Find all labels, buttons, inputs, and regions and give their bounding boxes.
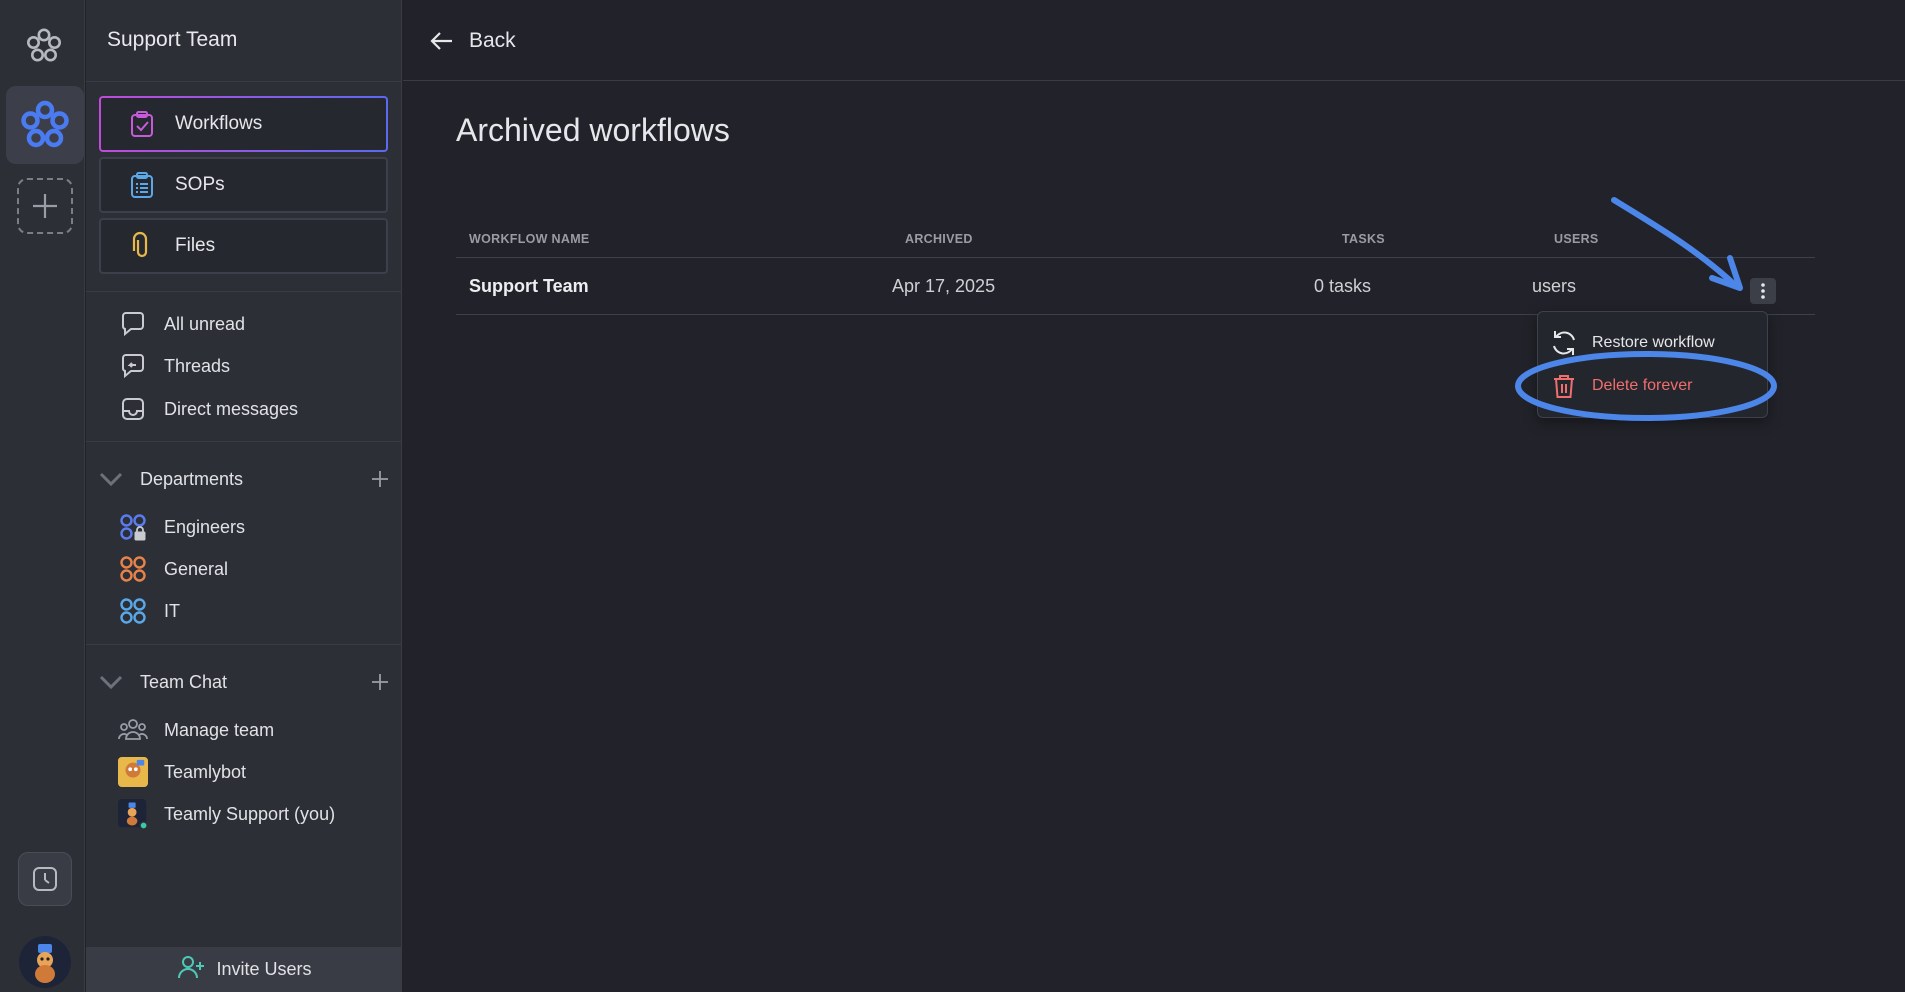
archived-date-cell: Apr 17, 2025 <box>892 276 996 296</box>
restore-workflow-menu-item[interactable]: Restore workflow <box>1548 326 1715 360</box>
nav-label: Workflows <box>175 113 263 134</box>
row-context-menu: Restore workflow Delete forever <box>1537 311 1768 418</box>
chevron-down-icon <box>96 464 126 494</box>
page-title: Archived workflows <box>456 112 730 148</box>
channel-label: IT <box>164 600 180 621</box>
table-header: WORKFLOW NAME ARCHIVED TASKS USERS <box>456 222 1815 258</box>
divider <box>86 441 402 442</box>
section-team-chat[interactable]: Team Chat <box>96 666 392 698</box>
workflow-name-cell: Support Team <box>469 276 589 296</box>
column-header-workflow-name: WORKFLOW NAME <box>469 232 590 246</box>
nav-workflows[interactable]: Workflows <box>99 96 388 152</box>
section-departments[interactable]: Departments <box>96 463 392 495</box>
tasks-cell: 0 tasks <box>1314 276 1372 296</box>
workspace-rail <box>0 0 85 992</box>
channel-label: Engineers <box>164 516 246 537</box>
users-cell: users <box>1532 276 1577 296</box>
add-workspace-button[interactable] <box>17 178 73 234</box>
sidebar-item-label: All unread <box>164 313 246 334</box>
workspace-switcher-support-team[interactable] <box>6 86 84 164</box>
menu-item-label: Restore workflow <box>1592 334 1715 351</box>
section-title: Team Chat <box>140 671 228 692</box>
threads-icon <box>118 351 148 381</box>
divider <box>86 644 402 645</box>
sidebar-item-label: Direct messages <box>164 398 299 419</box>
sidebar-item-all-unread[interactable]: All unread <box>118 307 245 341</box>
sidebar-item-label: Threads <box>164 355 231 376</box>
nav-files[interactable]: Files <box>99 218 388 274</box>
bot-avatar <box>118 757 148 787</box>
nav-label: SOPs <box>175 174 225 195</box>
paperclip-icon <box>126 230 158 262</box>
table-row[interactable]: Support Team Apr 17, 2025 0 tasks users <box>456 258 1815 315</box>
sidebar-item-label: Manage team <box>164 719 275 740</box>
nav-sops[interactable]: SOPs <box>99 157 388 213</box>
sidebar-item-label: Teamlybot <box>164 761 247 782</box>
team-icon <box>118 715 148 745</box>
clock-icon <box>33 867 57 891</box>
add-chat-icon[interactable] <box>368 670 392 694</box>
dm-teamly-support[interactable]: Teamly Support (you) <box>118 797 335 831</box>
arrow-left-icon <box>430 32 452 50</box>
plus-icon <box>33 194 57 218</box>
sidebar-item-label: Teamly Support (you) <box>164 803 336 824</box>
user-avatar <box>118 799 148 830</box>
column-header-users: USERS <box>1554 232 1599 246</box>
back-button[interactable]: Back <box>429 24 516 58</box>
add-user-icon <box>176 952 206 987</box>
chevron-down-icon <box>96 667 126 697</box>
sidebar: Support Team Workflows SOPs Files All un… <box>86 0 402 992</box>
sidebar-item-direct-messages[interactable]: Direct messages <box>118 392 298 426</box>
top-bar: Back <box>403 0 1905 81</box>
app-logo-icon[interactable] <box>24 26 64 66</box>
delete-forever-menu-item[interactable]: Delete forever <box>1548 369 1693 403</box>
trash-icon <box>1548 370 1580 402</box>
user-avatar[interactable] <box>19 936 71 988</box>
add-department-icon[interactable] <box>368 467 392 491</box>
inbox-icon <box>118 394 148 424</box>
channel-label: General <box>164 558 229 579</box>
channel-engineers[interactable]: Engineers <box>118 510 245 544</box>
invite-label: Invite Users <box>216 959 312 979</box>
channel-icon <box>118 554 148 584</box>
divider <box>86 291 402 292</box>
menu-item-label: Delete forever <box>1592 377 1693 394</box>
channel-icon <box>118 596 148 626</box>
nav-label: Files <box>175 235 216 256</box>
private-channel-icon <box>118 512 148 542</box>
row-actions-button[interactable] <box>1750 278 1776 304</box>
archived-workflows-table: WORKFLOW NAME ARCHIVED TASKS USERS Suppo… <box>456 222 1815 315</box>
divider <box>86 81 402 82</box>
back-label: Back <box>469 29 516 52</box>
more-vertical-icon <box>1761 283 1765 299</box>
column-header-tasks: TASKS <box>1342 232 1385 246</box>
column-header-archived: ARCHIVED <box>905 232 973 246</box>
clipboard-check-icon <box>126 108 158 140</box>
sidebar-item-threads[interactable]: Threads <box>118 349 230 383</box>
channel-it[interactable]: IT <box>118 594 180 628</box>
invite-users-button[interactable]: Invite Users <box>86 947 402 992</box>
list-clipboard-icon <box>126 169 158 201</box>
dm-teamlybot[interactable]: Teamlybot <box>118 755 246 789</box>
workspace-title: Support Team <box>107 28 238 51</box>
chat-bubble-icon <box>118 309 148 339</box>
history-button[interactable] <box>18 852 72 906</box>
section-title: Departments <box>140 468 244 489</box>
sidebar-item-manage-team[interactable]: Manage team <box>118 713 274 747</box>
refresh-icon <box>1548 327 1580 359</box>
channel-general[interactable]: General <box>118 552 228 586</box>
